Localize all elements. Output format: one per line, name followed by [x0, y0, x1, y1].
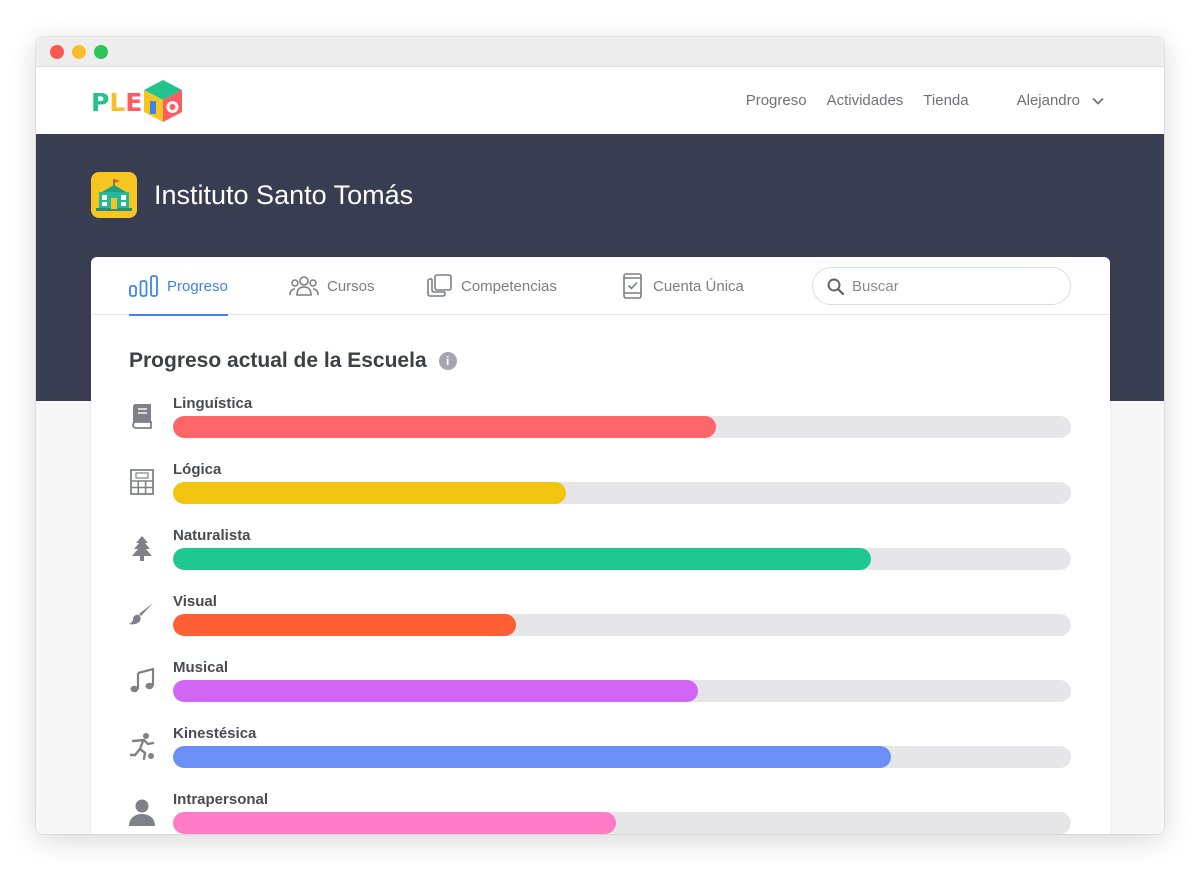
user-menu[interactable]: Alejandro [1017, 92, 1104, 109]
logo-letter-l: L [109, 88, 126, 117]
progress-track [173, 416, 1071, 438]
competency-label: Linguística [173, 395, 253, 412]
info-icon[interactable]: i [438, 352, 457, 370]
tab-cursos-label: Cursos [327, 277, 375, 295]
close-window-button[interactable] [50, 45, 64, 59]
logo-letter-p: P [91, 88, 110, 117]
competency-row-kinestesica: Kinestésica [127, 723, 1071, 789]
user-name: Alejandro [1016, 92, 1080, 109]
competency-list: Linguística Lógica Naturalista Visual Mu… [127, 393, 1071, 834]
progress-fill [173, 614, 517, 636]
progress-track [173, 614, 1071, 636]
nav-link-actividades[interactable]: Actividades [827, 92, 904, 109]
maximize-window-button[interactable] [94, 45, 108, 59]
progress-track [173, 812, 1071, 834]
progress-fill [173, 482, 567, 504]
group-icon [289, 276, 319, 296]
paintbrush-icon [127, 599, 157, 629]
logo-cube-icon [144, 80, 182, 122]
progress-track [173, 482, 1071, 504]
school-building-icon [91, 172, 137, 218]
search-box[interactable] [812, 267, 1071, 305]
tab-progreso[interactable]: Progreso [129, 257, 228, 316]
chevron-down-icon [1092, 97, 1104, 105]
progress-track [173, 746, 1071, 768]
progress-track [173, 548, 1071, 570]
competency-row-naturalista: Naturalista [127, 525, 1071, 591]
tab-progreso-label: Progreso [167, 277, 228, 295]
progress-fill [173, 416, 717, 438]
device-check-icon [623, 273, 642, 299]
tab-cursos[interactable]: Cursos [289, 257, 375, 315]
browser-window: PLE Progreso Actividades Tienda Alejandr… [36, 37, 1164, 834]
top-navbar: PLE Progreso Actividades Tienda Alejandr… [36, 67, 1164, 134]
nav-link-progreso[interactable]: Progreso [746, 92, 807, 109]
competency-label: Kinestésica [173, 725, 257, 742]
competency-row-logica: Lógica [127, 459, 1071, 525]
book-icon [127, 401, 157, 431]
tab-competencias[interactable]: Competencias [427, 257, 557, 315]
logo-letter-e: E [125, 88, 143, 117]
progress-fill [173, 812, 616, 834]
person-icon [127, 797, 157, 827]
tree-icon [127, 533, 157, 563]
tab-competencias-label: Competencias [461, 277, 557, 295]
competency-row-intrapersonal: Intrapersonal [127, 789, 1071, 834]
competency-label: Visual [173, 593, 217, 610]
nav-link-tienda[interactable]: Tienda [923, 92, 968, 109]
tab-cuenta-unica-label: Cuenta Única [653, 277, 744, 295]
search-input[interactable] [852, 277, 1052, 295]
progress-card: Progreso Cursos Competencias Cuenta Únic… [91, 257, 1110, 834]
logo-letters: PLE [91, 88, 142, 117]
tab-cuenta-unica[interactable]: Cuenta Única [621, 257, 744, 315]
section-title: Progreso actual de la Escuela i [129, 349, 457, 373]
school-title: Instituto Santo Tomás [154, 180, 414, 210]
progress-fill [173, 746, 892, 768]
copy-icon [427, 274, 452, 297]
music-note-icon [127, 665, 157, 695]
minimize-window-button[interactable] [72, 45, 86, 59]
nav-links: Progreso Actividades Tienda Alejandro [726, 67, 1104, 134]
competency-label: Musical [173, 659, 229, 676]
progress-fill [173, 680, 699, 702]
window-titlebar [36, 37, 1164, 67]
progress-track [173, 680, 1071, 702]
competency-row-linguistica: Linguística [127, 393, 1071, 459]
competency-label: Lógica [173, 461, 222, 478]
competency-row-visual: Visual [127, 591, 1071, 657]
search-icon [827, 278, 844, 295]
competency-row-musical: Musical [127, 657, 1071, 723]
tab-bar: Progreso Cursos Competencias Cuenta Únic… [91, 257, 1110, 316]
soccer-player-icon [127, 731, 157, 761]
calculator-icon [127, 467, 157, 497]
bar-chart-icon [129, 275, 158, 297]
competency-label: Naturalista [173, 527, 251, 544]
pleiq-logo[interactable]: PLE [91, 79, 191, 123]
progress-fill [173, 548, 871, 570]
section-title-text: Progreso actual de la Escuela [129, 349, 427, 372]
competency-label: Intrapersonal [173, 791, 269, 808]
